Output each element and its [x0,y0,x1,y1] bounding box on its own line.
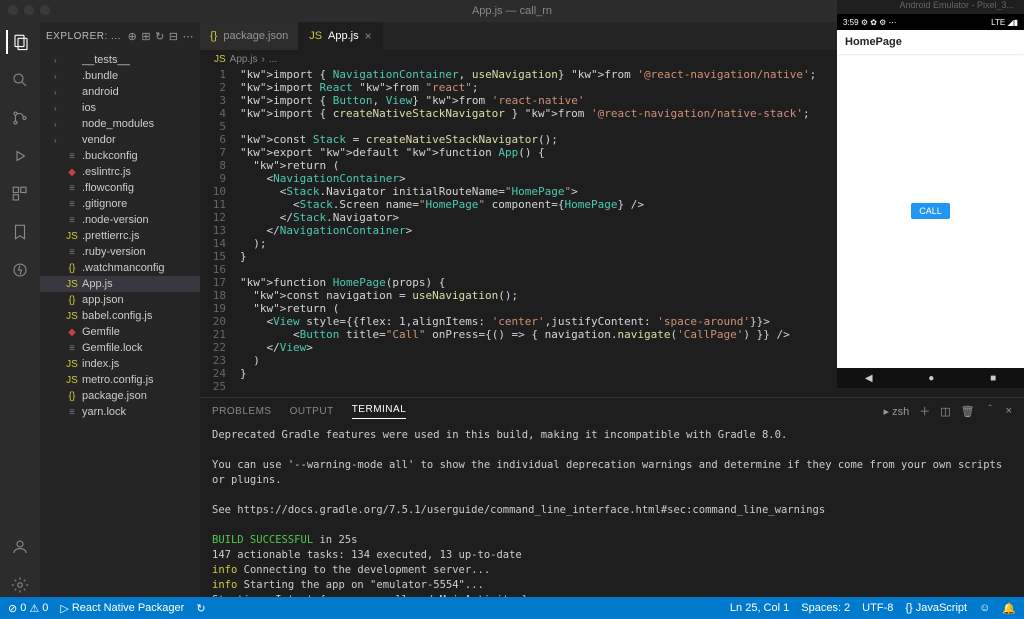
power-icon[interactable] [8,258,32,282]
window-controls[interactable] [8,5,50,15]
tree-item-gemfile-lock[interactable]: ≡Gemfile.lock [40,340,200,356]
nav-recent-icon[interactable]: ■ [990,373,996,384]
split-terminal-icon[interactable]: ◫ [940,405,950,418]
js-icon: JS [214,54,226,65]
tree-item--watchmanconfig[interactable]: {}.watchmanconfig [40,260,200,276]
tree-item--node-version[interactable]: ≡.node-version [40,212,200,228]
explorer-header: EXPLORER: ... ⊕ ⊞ ↻ ⊟ ⋯ [40,22,200,50]
tree-item-package-json[interactable]: {}package.json [40,388,200,404]
status-encoding[interactable]: UTF-8 [862,602,893,615]
tab-label: package.json [223,30,288,42]
extensions-icon[interactable] [8,182,32,206]
tab-output[interactable]: OUTPUT [290,406,334,417]
panel-tabs: PROBLEMS OUTPUT TERMINAL ▸ zsh ＋ ◫ 🗑 ＾ × [200,398,1024,424]
bookmark-icon[interactable] [8,220,32,244]
terminal-output[interactable]: Deprecated Gradle features were used in … [200,424,1024,597]
tab-label: App.js [328,30,359,42]
emulator-title: Android Emulator - Pixel_3... [837,0,1024,14]
tree-item-index-js[interactable]: JSindex.js [40,356,200,372]
kill-terminal-icon[interactable]: 🗑 [961,405,975,418]
tab-problems[interactable]: PROBLEMS [212,406,272,417]
tree-item-node-modules[interactable]: ›node_modules [40,116,200,132]
tree-item--eslintrc-js[interactable]: ◆.eslintrc.js [40,164,200,180]
app-header: HomePage [837,30,1024,54]
status-sync-icon[interactable]: ↻ [196,602,205,615]
tree-item-app-js[interactable]: JSApp.js [40,276,200,292]
tree-item-metro-config-js[interactable]: JSmetro.config.js [40,372,200,388]
git-icon[interactable] [8,106,32,130]
collapse-icon[interactable]: ⊟ [169,30,179,43]
maximize-panel-icon[interactable]: ＾ [985,403,996,419]
account-icon[interactable] [8,535,32,559]
close-panel-icon[interactable]: × [1006,405,1012,417]
status-language[interactable]: {} JavaScript [905,602,967,615]
app-body: CALL [837,54,1024,368]
line-numbers: 1234567891011121314151617181920212223242… [200,68,240,397]
tree-item---tests--[interactable]: ›__tests__ [40,52,200,68]
status-feedback-icon[interactable]: ☺ [979,602,990,615]
emulator-screen[interactable]: HomePage CALL [837,30,1024,368]
maximize-icon[interactable] [40,5,50,15]
activity-bar [0,22,40,597]
status-spaces[interactable]: Spaces: 2 [801,602,850,615]
more-icon[interactable]: ⋯ [183,30,195,43]
tree-item--gitignore[interactable]: ≡.gitignore [40,196,200,212]
emulator-statusbar: 3:59 ⚙ ✿ ⚙ ⋯ LTE ◢▮ [837,14,1024,30]
tree-item-ios[interactable]: ›ios [40,100,200,116]
js-icon: JS [309,30,322,42]
tab-app-js[interactable]: JS App.js × [299,22,382,50]
tree-item-yarn-lock[interactable]: ≡yarn.lock [40,404,200,420]
status-linecol[interactable]: Ln 25, Col 1 [730,602,789,615]
tree-item--bundle[interactable]: ›.bundle [40,68,200,84]
status-errors[interactable]: ⊘ 0 ⚠ 0 [8,602,48,615]
tree-item--flowconfig[interactable]: ≡.flowconfig [40,180,200,196]
tree-item--buckconfig[interactable]: ≡.buckconfig [40,148,200,164]
window-title: App.js — call_rn [472,5,552,17]
tree-item-gemfile[interactable]: ◆Gemfile [40,324,200,340]
status-packager[interactable]: ▷ React Native Packager [60,602,184,615]
tree-item-app-json[interactable]: {}app.json [40,292,200,308]
json-icon: {} [210,30,217,42]
tree-item-babel-config-js[interactable]: JSbabel.config.js [40,308,200,324]
debug-icon[interactable] [8,144,32,168]
tab-terminal[interactable]: TERMINAL [352,404,407,419]
android-emulator: Android Emulator - Pixel_3... 3:59 ⚙ ✿ ⚙… [837,0,1024,388]
status-bar: ⊘ 0 ⚠ 0 ▷ React Native Packager ↻ Ln 25,… [0,597,1024,619]
new-terminal-icon[interactable]: ＋ [919,403,930,419]
settings-icon[interactable] [8,573,32,597]
tree-item--prettierrc-js[interactable]: JS.prettierrc.js [40,228,200,244]
nav-back-icon[interactable]: ◀ [865,373,873,384]
emulator-time: 3:59 ⚙ ✿ ⚙ ⋯ [843,18,897,27]
status-bell-icon[interactable]: 🔔 [1002,602,1016,615]
new-folder-icon[interactable]: ⊞ [141,30,151,43]
minimize-icon[interactable] [24,5,34,15]
search-icon[interactable] [8,68,32,92]
files-icon[interactable] [6,30,32,54]
bottom-panel: PROBLEMS OUTPUT TERMINAL ▸ zsh ＋ ◫ 🗑 ＾ ×… [200,397,1024,597]
terminal-shell[interactable]: ▸ zsh [883,405,909,418]
call-button[interactable]: CALL [911,203,950,219]
tree-item-android[interactable]: ›android [40,84,200,100]
close-icon[interactable] [8,5,18,15]
explorer-title: EXPLORER: ... [46,31,128,42]
close-tab-icon[interactable]: × [365,29,372,43]
tree-item-vendor[interactable]: ›vendor [40,132,200,148]
refresh-icon[interactable]: ↻ [155,30,165,43]
emulator-signal: LTE ◢▮ [991,18,1018,27]
tree-item--ruby-version[interactable]: ≡.ruby-version [40,244,200,260]
nav-home-icon[interactable]: ● [928,373,934,384]
new-file-icon[interactable]: ⊕ [128,30,138,43]
file-tree: ›__tests__›.bundle›android›ios›node_modu… [40,50,200,422]
emulator-navbar: ◀ ● ■ [837,368,1024,388]
explorer-sidebar: EXPLORER: ... ⊕ ⊞ ↻ ⊟ ⋯ ›__tests__›.bund… [40,22,200,597]
tab-package-json[interactable]: {} package.json [200,22,299,50]
